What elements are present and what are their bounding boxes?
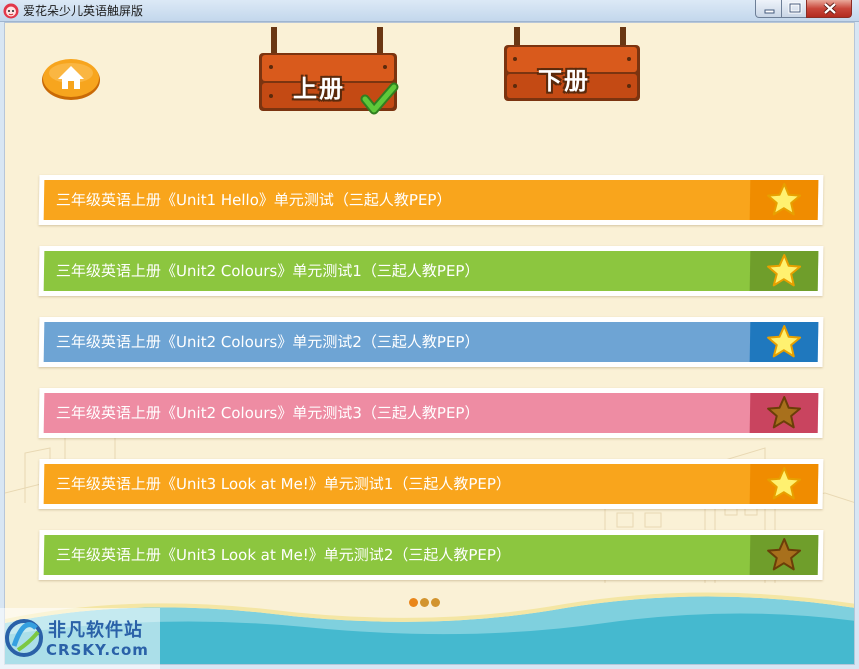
lesson-title: 三年级英语上册《Unit2 Colours》单元测试2（三起人教PEP） — [55, 333, 480, 351]
maximize-icon — [788, 2, 802, 14]
page-dot-3[interactable] — [431, 598, 440, 607]
tab-volume-1[interactable]: 上册 — [257, 27, 405, 123]
star-icon — [767, 325, 802, 358]
star-icon — [767, 254, 802, 287]
lesson-row-3[interactable]: 三年级英语上册《Unit2 Colours》单元测试2（三起人教PEP） — [38, 317, 824, 367]
lesson-row-2[interactable]: 三年级英语上册《Unit2 Colours》单元测试1（三起人教PEP） — [38, 246, 824, 296]
lesson-title: 三年级英语上册《Unit3 Look at Me!》单元测试2（三起人教PEP） — [55, 546, 512, 564]
lesson-star-badge — [749, 322, 819, 362]
lesson-bar: 三年级英语上册《Unit3 Look at Me!》单元测试1（三起人教PEP） — [43, 464, 819, 504]
tab-volume-1-label: 上册 — [293, 75, 345, 103]
close-icon — [823, 2, 837, 15]
lesson-row-4[interactable]: 三年级英语上册《Unit2 Colours》单元测试3（三起人教PEP） — [38, 388, 824, 438]
page-indicator — [409, 598, 445, 608]
watermark-text-en: CRSKY.com — [46, 641, 149, 659]
minimize-button[interactable] — [755, 0, 782, 18]
lesson-bar: 三年级英语上册《Unit2 Colours》单元测试3（三起人教PEP） — [43, 393, 819, 433]
page-dot-2[interactable] — [420, 598, 429, 607]
star-dim-icon — [767, 396, 802, 429]
app-logo-icon — [3, 3, 19, 19]
maximize-button[interactable] — [781, 0, 807, 18]
watermark-text-cn: 非凡软件站 — [48, 620, 143, 641]
window-title: 爱花朵少儿英语触屏版 — [23, 4, 144, 18]
lesson-title: 三年级英语上册《Unit2 Colours》单元测试3（三起人教PEP） — [55, 404, 480, 422]
lesson-row-6[interactable]: 三年级英语上册《Unit3 Look at Me!》单元测试2（三起人教PEP） — [38, 530, 824, 580]
star-icon — [767, 467, 802, 500]
home-button[interactable] — [41, 55, 101, 101]
star-dim-icon — [767, 538, 802, 571]
lesson-star-badge — [749, 180, 819, 220]
tab-volume-2[interactable]: 下册 — [502, 27, 644, 107]
page-dot-1[interactable] — [409, 598, 418, 607]
title-bar: 爱花朵少儿英语触屏版 — [0, 0, 859, 22]
lesson-title: 三年级英语上册《Unit1 Hello》单元测试（三起人教PEP） — [55, 191, 452, 209]
minimize-icon — [764, 9, 775, 14]
lesson-title: 三年级英语上册《Unit2 Colours》单元测试1（三起人教PEP） — [55, 262, 480, 280]
lesson-row-5[interactable]: 三年级英语上册《Unit3 Look at Me!》单元测试1（三起人教PEP） — [38, 459, 824, 509]
lesson-bar: 三年级英语上册《Unit3 Look at Me!》单元测试2（三起人教PEP） — [43, 535, 819, 575]
lesson-star-badge — [749, 251, 819, 291]
lesson-star-badge — [749, 464, 819, 504]
close-button[interactable] — [806, 0, 852, 18]
lesson-row-1[interactable]: 三年级英语上册《Unit1 Hello》单元测试（三起人教PEP） — [38, 175, 824, 225]
lesson-bar: 三年级英语上册《Unit2 Colours》单元测试2（三起人教PEP） — [43, 322, 819, 362]
lesson-bar: 三年级英语上册《Unit2 Colours》单元测试1（三起人教PEP） — [43, 251, 819, 291]
lesson-title: 三年级英语上册《Unit3 Look at Me!》单元测试1（三起人教PEP） — [55, 475, 512, 493]
lesson-bar: 三年级英语上册《Unit1 Hello》单元测试（三起人教PEP） — [43, 180, 819, 220]
tab-volume-2-label: 下册 — [538, 67, 590, 95]
lesson-star-badge — [749, 393, 819, 433]
star-icon — [767, 183, 802, 216]
main-content: 上册 下册 三年级英语上册《Unit1 Hello》单元测试（三起人教PEP） — [4, 22, 855, 665]
lesson-star-badge — [749, 535, 819, 575]
